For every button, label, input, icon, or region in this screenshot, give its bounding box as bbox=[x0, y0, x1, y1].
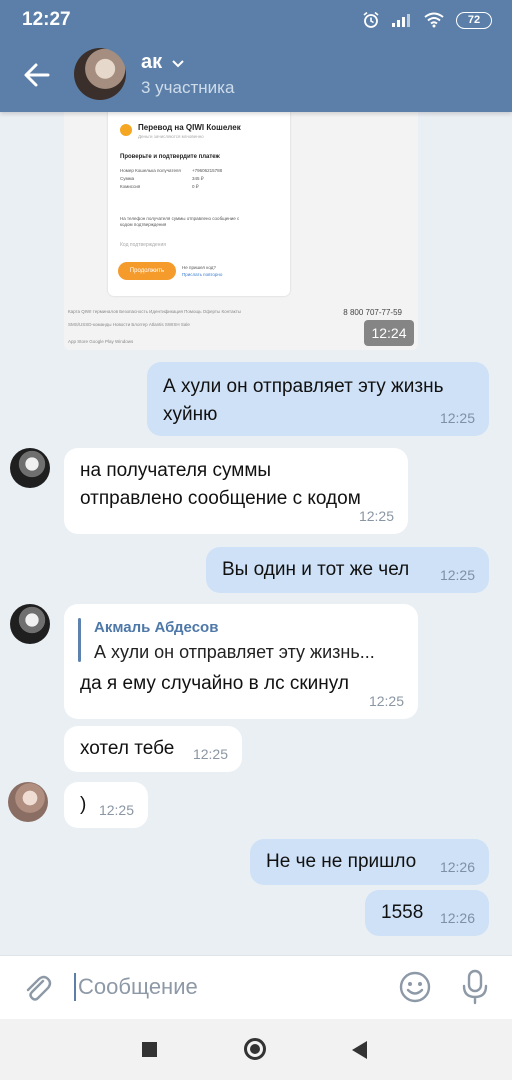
qiwi-footer-links: SMS/USSD-команды Новости Блоггер Atlanti… bbox=[68, 322, 190, 327]
qiwi-help: Не пришел код? Прислать повторно bbox=[182, 264, 222, 278]
message-text: на получателя суммы bbox=[80, 460, 272, 481]
qiwi-subtitle: Деньги зачисляются мгновенно bbox=[138, 134, 204, 139]
chat-avatar[interactable] bbox=[74, 48, 126, 100]
message-time: 12:25 bbox=[192, 746, 228, 762]
qiwi-footer-stores: App Store Google Play Windows bbox=[68, 339, 134, 344]
qiwi-row-value: 345 ₽ bbox=[192, 176, 204, 181]
qiwi-code-input: Код подтверждения bbox=[120, 242, 166, 248]
chat-header: 12:27 72 ак 3 участника bbox=[0, 0, 512, 112]
chevron-down-icon[interactable] bbox=[171, 58, 185, 68]
outgoing-message[interactable]: А хули он отправляет эту жизнь хуйню 12:… bbox=[147, 362, 489, 436]
sender-avatar[interactable] bbox=[10, 448, 50, 488]
text-cursor bbox=[74, 973, 76, 1001]
home-button[interactable] bbox=[244, 1038, 266, 1060]
recent-apps-button[interactable] bbox=[142, 1042, 157, 1057]
message-time: 12:25 bbox=[98, 802, 134, 818]
message-time: 12:25 bbox=[368, 693, 404, 709]
qiwi-payment-card: Перевод на QIWI Кошелек Деньги зачисляют… bbox=[108, 112, 290, 296]
qiwi-row-label: Сумма bbox=[120, 176, 135, 181]
message-input[interactable] bbox=[78, 970, 378, 1004]
outgoing-message[interactable]: Не че не пришло 12:26 bbox=[250, 839, 489, 885]
qiwi-row: Сумма 345 ₽ bbox=[120, 176, 204, 181]
message-time: 12:25 bbox=[439, 567, 475, 583]
sender-avatar[interactable] bbox=[8, 782, 48, 822]
qiwi-row: Номер Кошелька получателя +79606215788 bbox=[120, 168, 222, 173]
qiwi-row-value: +79606215788 bbox=[192, 168, 223, 173]
qiwi-row-value: 0 ₽ bbox=[192, 184, 199, 189]
qiwi-continue-button: Продолжить bbox=[118, 262, 176, 280]
qiwi-row: Комиссия 0 ₽ bbox=[120, 184, 199, 189]
qiwi-title: Перевод на QIWI Кошелек bbox=[138, 123, 241, 132]
paperclip-icon[interactable] bbox=[22, 972, 52, 1004]
outgoing-message[interactable]: Вы один и тот же чел 12:25 bbox=[206, 547, 489, 593]
qiwi-footer-links: Карта QIWI терминалов Безопасность Идент… bbox=[68, 309, 241, 314]
incoming-message[interactable]: Акмаль Абдесов А хули он отправляет эту … bbox=[64, 604, 418, 719]
wifi-icon bbox=[424, 12, 444, 28]
sender-avatar[interactable] bbox=[10, 604, 50, 644]
signal-icon bbox=[392, 14, 410, 27]
message-composer bbox=[0, 955, 512, 1020]
outgoing-message[interactable]: 1558 12:26 bbox=[365, 890, 489, 936]
reply-text: А хули он отправляет эту жизнь... bbox=[94, 642, 375, 662]
alarm-icon bbox=[363, 11, 379, 28]
photo-attachment[interactable]: Перевод на QIWI Кошелек Деньги зачисляют… bbox=[64, 112, 418, 350]
microphone-icon[interactable] bbox=[458, 968, 492, 1006]
qiwi-help-question: Не пришел код? bbox=[182, 265, 216, 270]
back-arrow-icon[interactable] bbox=[20, 58, 54, 92]
qiwi-row-label: Номер Кошелька получателя bbox=[120, 168, 181, 173]
message-text: да я ему случайно в лс скинул bbox=[80, 673, 349, 694]
qiwi-row-label: Комиссия bbox=[120, 184, 141, 189]
message-time: 12:25 bbox=[358, 508, 394, 524]
message-time: 12:24 bbox=[364, 320, 414, 346]
message-time: 12:25 bbox=[439, 410, 475, 426]
emoji-icon[interactable] bbox=[398, 970, 432, 1004]
status-time: 12:27 bbox=[22, 9, 71, 30]
chat-title[interactable]: ак bbox=[141, 51, 162, 74]
message-text: Вы один и тот же чел bbox=[222, 559, 410, 580]
back-button[interactable] bbox=[352, 1041, 367, 1059]
system-nav-bar bbox=[0, 1019, 512, 1080]
qiwi-note: На телефон получателя суммы отправлено с… bbox=[120, 216, 240, 227]
qiwi-phone: 8 800 707-77-59 bbox=[343, 308, 402, 317]
qiwi-resend-link: Прислать повторно bbox=[182, 272, 223, 277]
battery-indicator: 72 bbox=[456, 11, 492, 29]
qiwi-logo-icon bbox=[120, 124, 132, 136]
message-text: хуйню bbox=[163, 404, 218, 425]
message-text: А хули он отправляет эту жизнь bbox=[163, 376, 444, 397]
reply-bar bbox=[78, 618, 81, 662]
incoming-message[interactable]: хотел тебе 12:25 bbox=[64, 726, 242, 772]
qiwi-heading: Проверьте и подтвердите платеж bbox=[120, 154, 220, 160]
message-time: 12:26 bbox=[439, 910, 475, 926]
chat-subtitle: 3 участника bbox=[141, 78, 235, 97]
status-icons: 72 bbox=[362, 11, 492, 29]
incoming-message[interactable]: ) 12:25 bbox=[64, 782, 148, 828]
message-text: отправлено сообщение с кодом bbox=[80, 488, 361, 509]
message-time: 12:26 bbox=[439, 859, 475, 875]
incoming-message[interactable]: на получателя суммы отправлено сообщение… bbox=[64, 448, 408, 534]
